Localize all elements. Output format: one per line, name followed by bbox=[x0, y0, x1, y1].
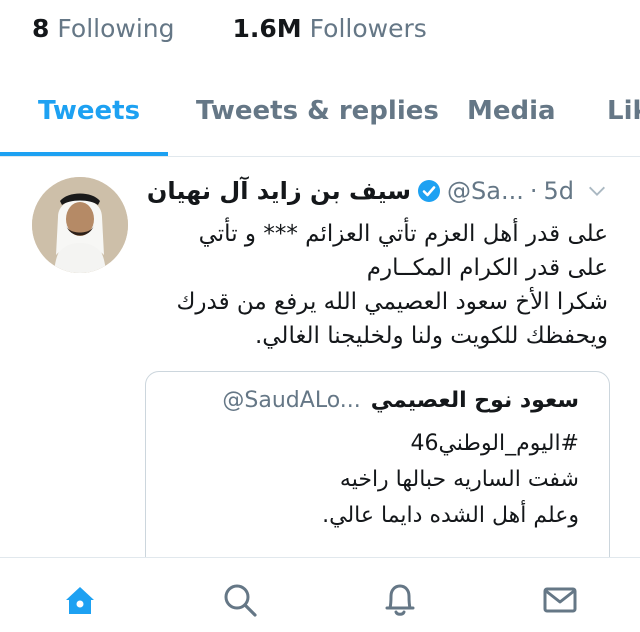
quoted-tweet-line: #اليوم_الوطني46 bbox=[410, 431, 579, 456]
tweet-header: سيف بن زايد آل نهيان @Sa... · 5d bbox=[138, 177, 608, 213]
tweet[interactable]: سيف بن زايد آل نهيان @Sa... · 5d على قدر… bbox=[0, 157, 640, 573]
tweet-time[interactable]: 5d bbox=[543, 177, 574, 205]
tab-tweets-replies[interactable]: Tweets & replies bbox=[196, 96, 439, 126]
following-label: Following bbox=[57, 14, 175, 43]
tweet-line: على قدر الكرام المكــارم bbox=[366, 255, 608, 281]
tweet-handle[interactable]: @Sa... bbox=[447, 177, 524, 205]
tweet-separator: · bbox=[529, 177, 538, 205]
quoted-tweet-line: وعلم أهل الشده دايما عالي. bbox=[322, 503, 579, 528]
tab-tweets[interactable]: Tweets bbox=[38, 96, 140, 126]
quoted-tweet-text: #اليوم_الوطني46 شفت الساريه حبالها راخيه… bbox=[159, 426, 579, 534]
avatar[interactable] bbox=[32, 177, 128, 273]
bottom-navigation bbox=[0, 557, 640, 632]
quoted-tweet-header: @SaudALo... سعود نوح العصيمي bbox=[222, 388, 579, 413]
profile-stats: 8 Following 1.6M Followers bbox=[32, 14, 427, 43]
tab-media[interactable]: Media bbox=[467, 96, 556, 126]
followers-label: Followers bbox=[309, 14, 427, 43]
followers-count: 1.6M bbox=[232, 14, 302, 43]
verified-icon bbox=[418, 180, 441, 202]
home-icon[interactable] bbox=[58, 578, 102, 622]
messages-icon[interactable] bbox=[538, 578, 582, 622]
followers-stat[interactable]: 1.6M Followers bbox=[232, 14, 426, 43]
quoted-tweet[interactable]: @SaudALo... سعود نوح العصيمي #اليوم_الوط… bbox=[145, 371, 610, 573]
tab-likes[interactable]: Lik bbox=[607, 96, 640, 126]
profile-tabs: Tweets Tweets & replies Media Lik bbox=[0, 86, 640, 157]
tweet-text: على قدر أهل العزم تأتي العزائم *** و تأت… bbox=[138, 217, 608, 353]
active-tab-indicator bbox=[0, 152, 168, 156]
quoted-tweet-handle: @SaudALo... bbox=[222, 388, 361, 413]
quoted-tweet-author-name: سعود نوح العصيمي bbox=[370, 388, 579, 413]
tweet-line: ويحفظك للكويت ولنا ولخليجنا الغالي. bbox=[254, 323, 608, 349]
notifications-icon[interactable] bbox=[378, 578, 422, 622]
following-count: 8 bbox=[32, 14, 50, 43]
chevron-down-icon[interactable] bbox=[586, 180, 608, 202]
following-stat[interactable]: 8 Following bbox=[32, 14, 174, 43]
tweet-author-name[interactable]: سيف بن زايد آل نهيان bbox=[147, 177, 411, 205]
quoted-tweet-line: شفت الساريه حبالها راخيه bbox=[339, 467, 579, 492]
search-icon[interactable] bbox=[218, 578, 262, 622]
tweet-line: على قدر أهل العزم تأتي العزائم *** و تأت… bbox=[198, 221, 608, 247]
tweet-line: شكرا الأخ سعود العصيمي الله يرفع من قدرك bbox=[176, 289, 608, 315]
